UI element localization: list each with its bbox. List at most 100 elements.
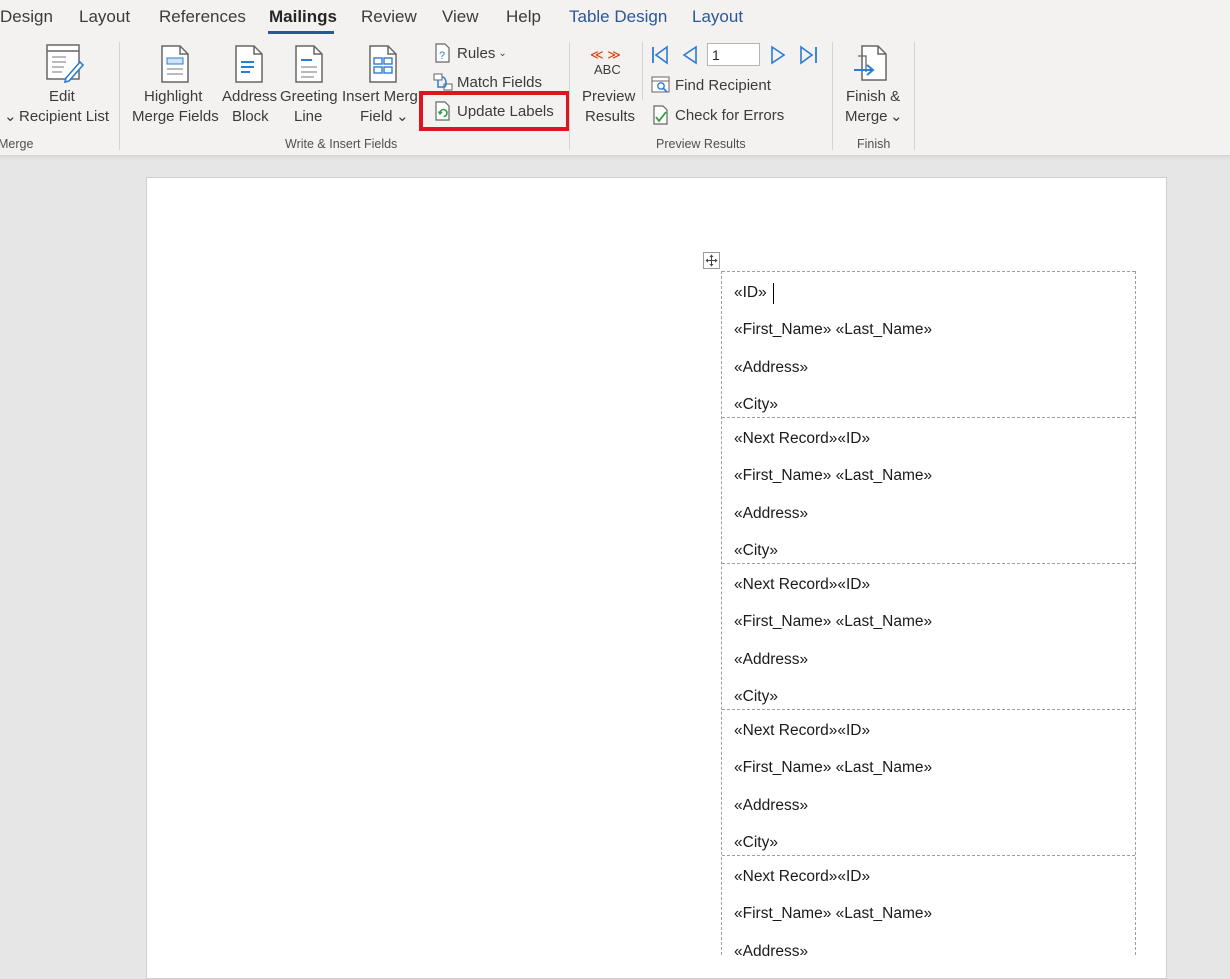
label-cell[interactable]: «Next Record»«ID» «First_Name» «Last_Nam… (722, 417, 1135, 563)
preview-results-label-2: Results (585, 108, 636, 125)
group-label-finish: Finish (857, 137, 891, 151)
preview-results-button[interactable]: Preview Results (578, 86, 640, 130)
edit-recipient-list-button[interactable]: Edit ⌄ Recipient List (0, 86, 120, 130)
highlight-merge-fields-button[interactable]: Highlight Merge Fields (128, 86, 222, 130)
tab-mailings[interactable]: Mailings (269, 7, 337, 27)
preview-results-label-1: Preview (582, 88, 636, 105)
insert-merge-label-2: Field (360, 108, 393, 125)
label-name-fields[interactable]: «First_Name» «Last_Name» (734, 759, 932, 777)
ribbon-separator (914, 42, 915, 150)
rules-icon: ? (435, 43, 450, 63)
rules-label: Rules (457, 44, 496, 62)
label-id-field[interactable]: «Next Record»«ID» (734, 576, 870, 594)
finish-merge-label-2: Merge (845, 108, 888, 125)
greeting-line-icon (292, 44, 326, 86)
label-address-field[interactable]: «Address» (734, 505, 808, 523)
first-record-icon[interactable] (650, 45, 670, 65)
check-for-errors-label: Check for Errors (675, 106, 785, 124)
label-city-field[interactable]: «City» (734, 396, 778, 414)
svg-text:≪ ≫: ≪ ≫ (590, 47, 621, 62)
label-name-fields[interactable]: «First_Name» «Last_Name» (734, 467, 932, 485)
greeting-line-label-2: Line (294, 108, 323, 125)
mailings-ribbon: Edit ⌄ Recipient List Merge Highlight Me… (0, 36, 1230, 156)
update-labels-highlight-box (419, 91, 570, 131)
tab-review[interactable]: Review (361, 7, 417, 27)
address-block-button[interactable]: Address Block (220, 86, 280, 130)
group-label-start-merge: Merge (0, 137, 34, 151)
tab-layout[interactable]: Layout (79, 7, 130, 27)
label-address-field[interactable]: «Address» (734, 359, 808, 377)
label-id-field[interactable]: «Next Record»«ID» (734, 868, 870, 886)
label-name-fields[interactable]: «First_Name» «Last_Name» (734, 905, 932, 923)
edit-recipient-label-2: Recipient List (19, 108, 110, 125)
finish-merge-button[interactable]: Finish & Merge ⌄ (840, 86, 910, 130)
group-label-preview-results: Preview Results (656, 137, 746, 151)
label-cell[interactable]: «ID» «First_Name» «Last_Name» «Address» … (722, 271, 1135, 417)
label-id-field[interactable]: «Next Record»«ID» (734, 722, 870, 740)
edit-recipient-label-1: Edit (49, 88, 75, 105)
label-name-fields[interactable]: «First_Name» «Last_Name» (734, 321, 932, 339)
finish-merge-chevron-icon: ⌄ (890, 108, 903, 125)
insert-merge-label-1: Insert Merg (342, 88, 418, 105)
active-tab-indicator (268, 31, 334, 34)
address-block-label-2: Block (232, 108, 269, 125)
rules-button[interactable]: ? Rules ⌄ (433, 41, 507, 65)
rules-chevron-icon: ⌄ (498, 47, 507, 59)
highlight-merge-fields-icon (158, 44, 192, 86)
tab-design[interactable]: Design (0, 7, 53, 27)
last-record-icon[interactable] (798, 45, 820, 65)
ribbon-tab-bar: Design Layout References Mailings Review… (0, 0, 1230, 36)
label-city-field[interactable]: «City» (734, 834, 778, 852)
mail-merge-label-table: «ID» «First_Name» «Last_Name» «Address» … (721, 271, 1136, 960)
insert-merge-field-icon (366, 44, 400, 86)
highlight-label-2: Merge Fields (132, 108, 219, 125)
edit-recipient-chevron-icon: ⌄ (4, 108, 17, 125)
check-for-errors-icon (653, 105, 668, 125)
preview-results-icon: ≪ ≫ ABC (588, 46, 628, 78)
address-block-icon (232, 44, 266, 86)
match-fields-icon (433, 73, 453, 91)
label-cell[interactable]: «Next Record»«ID» «First_Name» «Last_Nam… (722, 709, 1135, 855)
tab-help[interactable]: Help (506, 7, 541, 27)
label-city-field[interactable]: «City» (734, 542, 778, 560)
ribbon-separator (832, 42, 833, 150)
label-address-field[interactable]: «Address» (734, 943, 808, 961)
check-for-errors-button[interactable]: Check for Errors (651, 103, 784, 127)
ribbon-separator (119, 42, 120, 150)
insert-merge-field-button[interactable]: Insert Merg Field ⌄ (340, 86, 424, 130)
table-move-handle-icon[interactable] (703, 252, 720, 269)
label-id-field[interactable]: «Next Record»«ID» (734, 430, 870, 448)
finish-merge-label-1: Finish & (846, 88, 901, 105)
highlight-label-1: Highlight (144, 88, 203, 105)
group-label-write-insert: Write & Insert Fields (285, 137, 398, 151)
label-cell[interactable]: «Next Record»«ID» «First_Name» «Last_Nam… (722, 563, 1135, 709)
label-address-field[interactable]: «Address» (734, 797, 808, 815)
text-cursor (773, 283, 774, 304)
svg-text:?: ? (439, 50, 445, 62)
greeting-line-button[interactable]: Greeting Line (278, 86, 340, 130)
find-recipient-label: Find Recipient (675, 76, 771, 94)
tab-references[interactable]: References (159, 7, 246, 27)
insert-merge-chevron-icon: ⌄ (396, 108, 409, 125)
label-name-fields[interactable]: «First_Name» «Last_Name» (734, 613, 932, 631)
tab-table-design[interactable]: Table Design (569, 7, 667, 27)
tab-view[interactable]: View (442, 7, 479, 27)
previous-record-icon[interactable] (680, 45, 700, 65)
finish-merge-icon (852, 44, 890, 86)
record-number-input[interactable] (707, 43, 760, 66)
tab-table-layout[interactable]: Layout (692, 7, 743, 27)
ribbon-separator (642, 42, 643, 100)
preview-abc-text: ABC (594, 62, 621, 77)
next-record-icon[interactable] (768, 45, 788, 65)
label-id-field[interactable]: «ID» (734, 284, 767, 302)
label-address-field[interactable]: «Address» (734, 651, 808, 669)
find-recipient-button[interactable]: Find Recipient (651, 73, 771, 97)
greeting-line-label-1: Greeting (280, 88, 338, 105)
ribbon-separator (569, 42, 570, 150)
find-recipient-icon (651, 76, 670, 93)
match-fields-label: Match Fields (457, 73, 543, 91)
edit-recipient-list-icon (44, 42, 85, 86)
label-city-field[interactable]: «City» (734, 688, 778, 706)
label-cell[interactable]: «Next Record»«ID» «First_Name» «Last_Nam… (722, 855, 1135, 960)
address-block-label-1: Address (222, 88, 278, 105)
